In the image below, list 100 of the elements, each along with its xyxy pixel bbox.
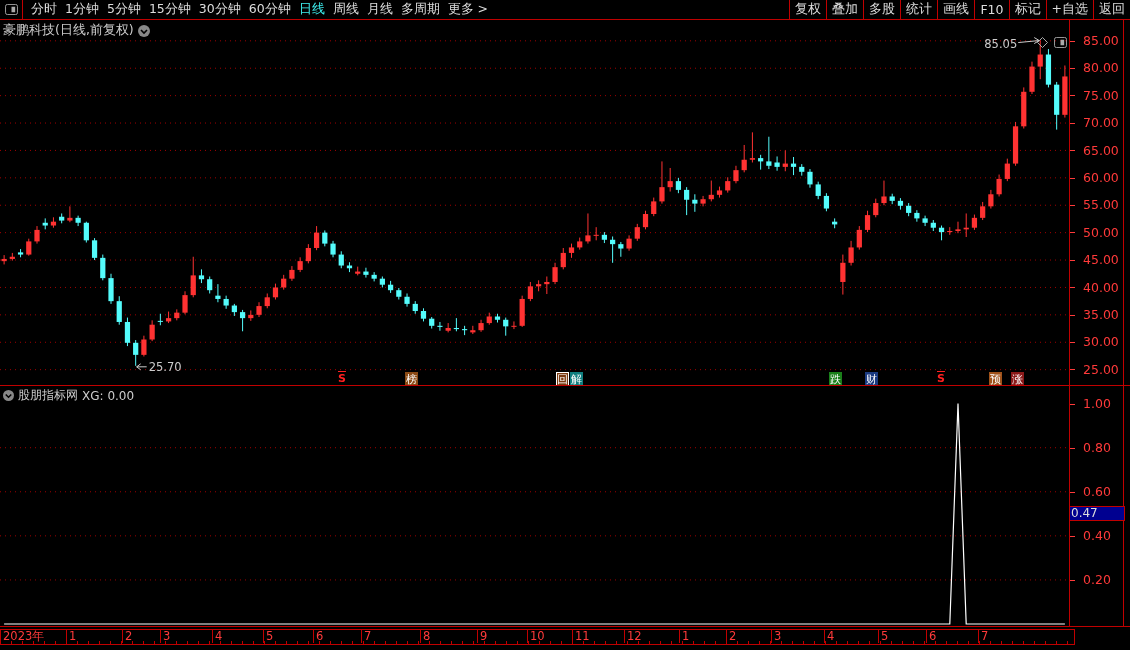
period-tab[interactable]: 月线: [362, 0, 397, 19]
candlestick: [149, 319, 155, 342]
candlestick: [1037, 40, 1043, 80]
event-tag[interactable]: 解: [570, 372, 583, 385]
diamond-icon[interactable]: [1037, 37, 1048, 48]
candlestick: [133, 339, 139, 367]
candlestick: [239, 309, 246, 332]
period-tab[interactable]: 30分钟: [194, 0, 245, 19]
axis-label: 1.00: [1083, 397, 1111, 411]
period-tab[interactable]: 日线: [294, 0, 329, 19]
period-tab[interactable]: 60分钟: [244, 0, 295, 19]
candlestick: [684, 186, 690, 216]
chevron-down-icon[interactable]: [137, 24, 150, 37]
period-tab[interactable]: 1分钟: [61, 0, 103, 19]
candlestick: [305, 243, 311, 264]
date-label: 12: [624, 630, 642, 643]
candlestick: [749, 131, 756, 163]
candlestick: [182, 290, 188, 315]
axis-label: 25.00: [1083, 362, 1119, 377]
date-label: 11: [572, 630, 590, 643]
date-label: 4: [824, 630, 835, 643]
period-tab[interactable]: 分时: [27, 0, 61, 19]
event-tag[interactable]: 榜: [405, 372, 418, 385]
candlestick: [116, 295, 122, 326]
axis-label: 55.00: [1083, 198, 1119, 213]
candlestick: [552, 262, 558, 285]
candlestick: [667, 167, 673, 193]
candlestick: [692, 193, 698, 213]
stock-title: 豪鹏科技(日线,前复权): [3, 22, 134, 39]
high-price-label: 85.05: [984, 36, 1018, 51]
event-tag[interactable]: 跌: [829, 372, 842, 385]
indicator-title: 股朋指标网: [18, 387, 78, 404]
candlestick: [91, 237, 98, 261]
axis-label: 0.40: [1083, 529, 1111, 543]
date-label: 2023年: [0, 630, 45, 643]
toolbar-button[interactable]: 叠加: [826, 0, 864, 19]
candlestick: [840, 254, 846, 296]
candlestick: [363, 267, 369, 279]
candlestick: [511, 320, 517, 330]
candlestick: [1004, 158, 1010, 182]
candlestick: [585, 212, 591, 245]
date-label: 1: [66, 630, 77, 643]
signal-marker[interactable]: S: [936, 372, 946, 385]
date-label: 3: [771, 630, 782, 643]
date-label: 7: [361, 630, 372, 643]
panel-icon[interactable]: [1054, 37, 1067, 48]
toolbar-button[interactable]: 画线: [937, 0, 975, 19]
chevron-down-icon[interactable]: [3, 390, 14, 401]
axis-label: 85.00: [1083, 34, 1119, 48]
toolbar-button[interactable]: +自选: [1045, 0, 1093, 19]
event-tag[interactable]: 财: [865, 372, 878, 385]
axis-label: 40.00: [1083, 280, 1119, 295]
toolbar-button[interactable]: F10: [974, 0, 1009, 19]
axis-label: 50.00: [1083, 225, 1119, 240]
axis-label: 75.00: [1083, 88, 1119, 103]
toolbar-button[interactable]: 标记: [1008, 0, 1046, 19]
toolbar-button[interactable]: 多股: [863, 0, 901, 19]
signal-marker[interactable]: S: [337, 372, 347, 385]
candlestick: [223, 295, 229, 310]
candlestick: [848, 240, 854, 267]
toolbar-button[interactable]: 返回: [1093, 0, 1130, 19]
event-tag[interactable]: 预: [989, 372, 1002, 385]
period-tab[interactable]: 多周期: [396, 0, 444, 19]
candlestick: [774, 155, 780, 172]
date-label: 6: [926, 630, 937, 643]
candlestick: [873, 198, 879, 218]
candlestick: [190, 256, 196, 298]
axis-label: 60.00: [1083, 171, 1119, 186]
axis-label: 70.00: [1083, 116, 1119, 131]
date-label: 2: [122, 630, 133, 643]
candlestick: [700, 195, 706, 207]
period-tab[interactable]: 周线: [328, 0, 363, 19]
date-label: 5: [878, 630, 889, 643]
event-tag[interactable]: 涨: [1011, 372, 1024, 385]
candlestick: [955, 221, 961, 234]
date-label: 3: [160, 630, 171, 643]
candlestick: [560, 247, 566, 270]
toolbar-button[interactable]: 复权: [789, 0, 827, 19]
current-value-label: 0.47: [1069, 506, 1125, 521]
candlestick: [881, 180, 887, 206]
event-tag[interactable]: 回: [556, 372, 569, 385]
period-tab[interactable]: 5分钟: [102, 0, 145, 19]
candlestick: [996, 174, 1002, 197]
toolbar-button[interactable]: 统计: [900, 0, 938, 19]
date-label: 2: [726, 630, 737, 643]
candlestick: [1, 254, 7, 265]
candlestick: [766, 136, 772, 170]
candlestick: [527, 281, 533, 302]
candlestick: [651, 197, 657, 217]
date-label: 1: [679, 630, 690, 643]
candlestick: [593, 226, 599, 241]
axis-label: 45.00: [1083, 253, 1119, 268]
period-tab[interactable]: 15分钟: [144, 0, 195, 19]
date-label: 10: [527, 630, 545, 643]
period-tab[interactable]: 更多 >: [443, 0, 493, 19]
candlestick: [404, 292, 410, 308]
date-label: 6: [313, 630, 324, 643]
candlestick: [67, 205, 73, 223]
candlestick: [823, 192, 830, 212]
candlestick: [807, 168, 813, 189]
